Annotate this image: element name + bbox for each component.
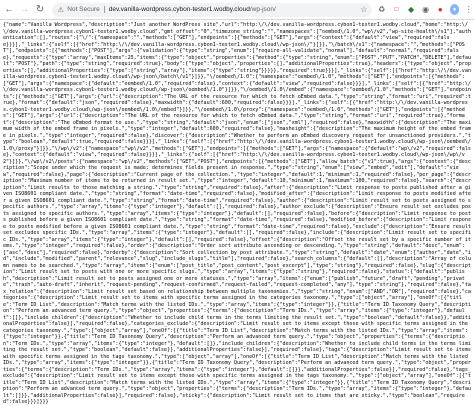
reload-icon[interactable]: ↻: [34, 3, 46, 17]
arrow-left-icon[interactable]: ←: [3, 3, 15, 17]
star-icon[interactable]: ☆: [360, 5, 367, 14]
puzzle-icon[interactable]: ♻: [376, 4, 387, 16]
json-response-text: {"name":"Vanilla Wordpress","description…: [3, 22, 474, 405]
address-bar[interactable]: ⚠ Not Secure dev.vanilla-wordpress.cybon…: [52, 2, 373, 17]
security-label[interactable]: Not Secure: [67, 6, 100, 13]
more-vert-icon[interactable]: ⋮: [463, 4, 474, 16]
shield-icon[interactable]: ◆: [406, 4, 417, 16]
separator: [103, 6, 105, 13]
arrow-right-icon[interactable]: →: [18, 3, 30, 17]
browser-toolbar: ← → ↻ ⚠ Not Secure dev.vanilla-wordpress…: [0, 0, 474, 20]
red-extension-icon[interactable]: ●: [435, 4, 446, 16]
url-host: dev.vanilla-wordpress.cybon-tester1.wodb…: [108, 6, 250, 13]
page-content: {"name":"Vanilla Wordpress","description…: [0, 20, 474, 406]
warning-icon[interactable]: ⚠: [56, 5, 65, 14]
mask-icon[interactable]: ◉: [420, 4, 431, 16]
avatar-icon[interactable]: ●: [449, 4, 460, 15]
url-text[interactable]: dev.vanilla-wordpress.cybon-tester1.wodb…: [109, 6, 276, 13]
url-path: /wp-json/: [249, 6, 276, 13]
pdf-icon[interactable]: □: [391, 4, 402, 16]
